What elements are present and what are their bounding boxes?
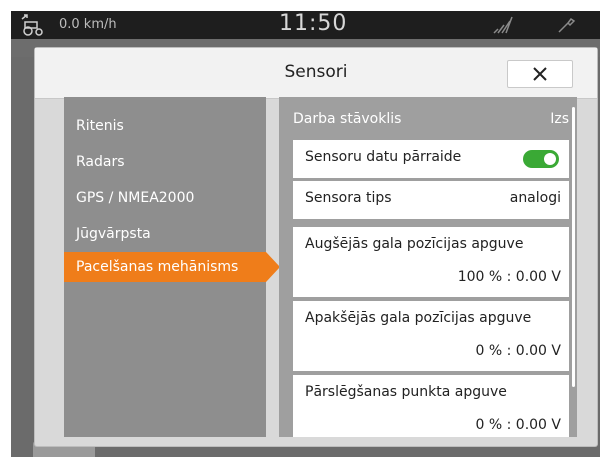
operating-state-label: Darba stāvoklis [293,111,402,127]
dialog-header: Sensori [35,48,597,99]
upper-position-row[interactable]: Augšējās gala pozīcijas apguve 100 % : 0… [293,227,569,297]
nav-item-label: Pacelšanas mehānisms [76,259,239,275]
nav-item-radar[interactable]: Radars [64,147,266,177]
tool-icon [558,17,576,33]
sensors-dialog: Sensori Ritenis Radars GPS / NMEA2000 Jū… [35,48,597,446]
lower-position-row[interactable]: Apakšējās gala pozīcijas apguve 0 % : 0.… [293,301,569,371]
switch-point-row[interactable]: Pārslēgšanas punkta apguve 0 % : 0.00 V [293,375,569,437]
nav-item-hitch[interactable]: Pacelšanas mehānisms [64,252,280,282]
sensor-transfer-toggle[interactable] [523,150,559,168]
close-button[interactable] [507,60,573,88]
close-icon [533,67,547,81]
sensor-type-row[interactable]: Sensora tips analogi [293,181,569,219]
clock: 11:50 [279,11,348,36]
nav-item-gps[interactable]: GPS / NMEA2000 [64,183,266,213]
nav-item-wheel[interactable]: Ritenis [64,111,266,141]
switch-point-label: Pārslēgšanas punkta apguve [305,384,507,400]
speed-readout: 0.0 km/h [59,17,117,32]
sensor-nav: Ritenis Radars GPS / NMEA2000 Jūgvārpsta… [64,97,280,437]
sensor-transfer-label: Sensoru datu pārraide [305,149,462,165]
status-bar: 0.0 km/h 11:50 [11,11,600,39]
lower-position-label: Apakšējās gala pozīcijas apguve [305,310,532,326]
signal-icon [493,16,513,34]
lower-position-value: 0 % : 0.00 V [475,343,561,359]
upper-position-value: 100 % : 0.00 V [457,269,561,285]
sensor-type-value: analogi [509,190,561,206]
operating-state-row: Darba stāvoklis Izs [293,109,569,131]
screen: 0.0 km/h 11:50 Sensori Ritenis Radars GP… [11,11,600,457]
sensor-type-label: Sensora tips [305,190,392,206]
scrollbar[interactable] [572,107,575,387]
tractor-icon [21,14,43,36]
toggle-knob [544,153,556,165]
nav-item-pto[interactable]: Jūgvārpsta [64,219,266,249]
sensor-transfer-row[interactable]: Sensoru datu pārraide [293,140,569,178]
settings-panel: Darba stāvoklis Izs Sensoru datu pārraid… [279,97,577,437]
operating-state-value: Izs [550,111,569,127]
upper-position-label: Augšējās gala pozīcijas apguve [305,236,524,252]
switch-point-value: 0 % : 0.00 V [475,417,561,433]
active-arrow [266,252,280,282]
